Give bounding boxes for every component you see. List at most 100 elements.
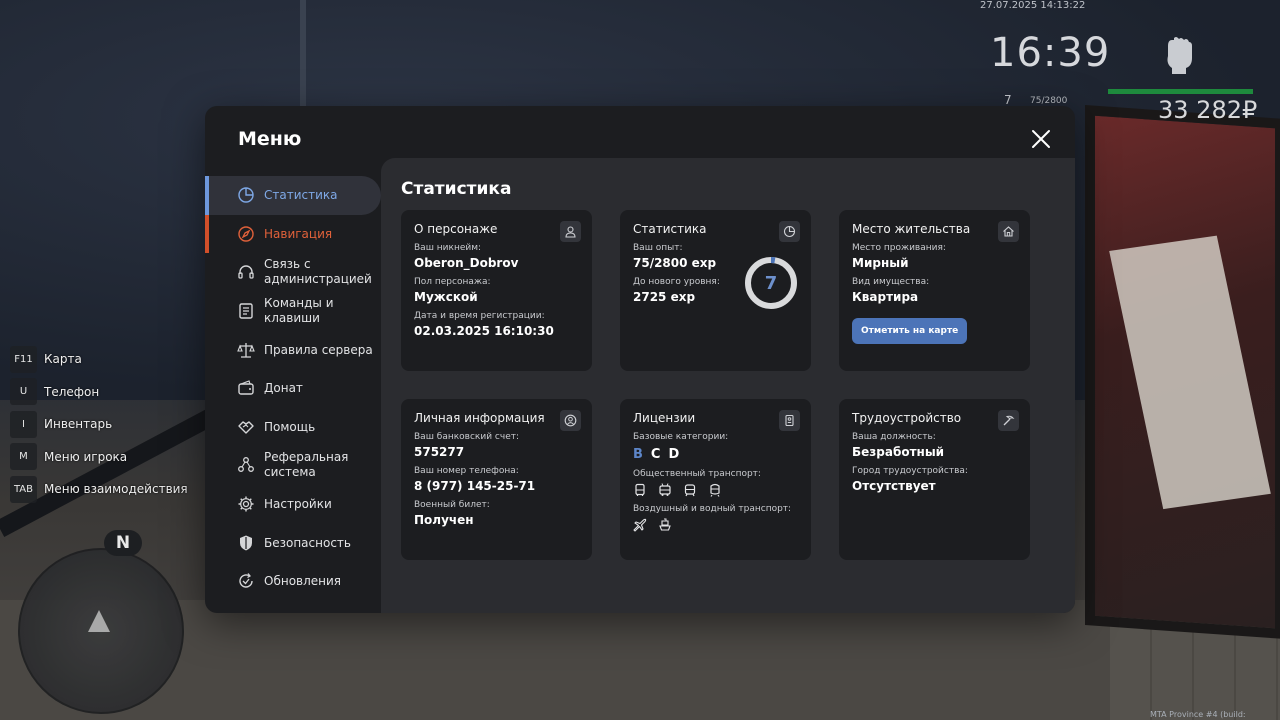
hotkey-label: Меню игрока — [44, 449, 128, 464]
license-categories: B C D — [633, 447, 798, 462]
gender-value: Мужской — [414, 290, 478, 304]
shield-icon — [237, 534, 255, 552]
content-panel: Статистика О персонаже Ваш никнейм: Ober… — [381, 158, 1075, 613]
bus-icon — [635, 483, 645, 496]
chart-pie-icon — [779, 221, 800, 242]
residence-place-label: Место проживания: — [852, 243, 946, 253]
phone-label: Ваш номер телефона: — [414, 466, 519, 476]
close-button[interactable] — [1030, 128, 1052, 150]
air-water-transport-icons — [633, 518, 798, 532]
registration-label: Дата и время регистрации: — [414, 311, 545, 321]
sidebar-item-admin-contact[interactable]: Связь с администрацией — [205, 253, 381, 292]
sidebar-item-label: Статистика — [264, 188, 338, 203]
user-icon — [560, 221, 581, 242]
card-title: Лицензии — [633, 411, 696, 425]
menu-sidebar: Статистика Навигация Связь с администрац… — [205, 176, 381, 601]
sidebar-item-label: Команды и клавиши — [264, 296, 334, 326]
scales-icon — [237, 341, 255, 359]
military-id-value: Получен — [414, 513, 474, 527]
sidebar-item-label: Правила сервера — [264, 342, 373, 357]
nickname-label: Ваш никнейм: — [414, 243, 482, 253]
hotkey-key: U — [10, 378, 37, 406]
residence-place-value: Мирный — [852, 256, 909, 270]
sidebar-item-rules[interactable]: Правила сервера — [205, 330, 381, 369]
base-categories-label: Базовые категории: — [633, 432, 729, 442]
public-transport-label: Общественный транспорт: — [633, 469, 761, 479]
sidebar-item-help[interactable]: Помощь — [205, 408, 381, 447]
phone-value: 8 (977) 145-25-71 — [414, 479, 536, 493]
hotkey-label: Инвентарь — [44, 417, 113, 432]
sidebar-item-label: Безопасность — [264, 535, 351, 550]
metro-icon — [710, 483, 720, 497]
exp-label: Ваш опыт: — [633, 243, 683, 253]
hotkey-interaction-menu[interactable]: TAB Меню взаимодействия — [10, 475, 188, 503]
sidebar-item-updates[interactable]: Обновления — [205, 562, 381, 601]
sidebar-item-label: Настройки — [264, 497, 332, 512]
sidebar-item-label: Навигация — [264, 226, 333, 241]
hotkey-label: Телефон — [44, 384, 100, 399]
sidebar-item-donate[interactable]: Донат — [205, 369, 381, 408]
hotkey-player-menu[interactable]: M Меню игрока — [10, 443, 188, 471]
network-icon — [237, 456, 255, 474]
hud-exp: 75/2800 — [1030, 96, 1068, 106]
level-number: 7 — [764, 272, 778, 294]
property-type-label: Вид имущества: — [852, 277, 930, 287]
menu-title: Меню — [238, 128, 302, 150]
refresh-icon — [237, 572, 255, 590]
card-title: Статистика — [633, 222, 707, 236]
nickname-value: Oberon_Dobrov — [414, 256, 519, 270]
sidebar-item-statistics[interactable]: Статистика — [205, 176, 381, 215]
hud-money: 33 282₽ — [1158, 96, 1258, 124]
registration-value: 02.03.2025 16:10:30 — [414, 324, 554, 338]
property-type-value: Квартира — [852, 290, 919, 304]
card-employment: Трудоустройство Ваша должность: Безработ… — [839, 399, 1030, 560]
profile-circle-icon — [560, 410, 581, 431]
card-title: О персонаже — [414, 222, 498, 236]
sidebar-item-navigation[interactable]: Навигация — [205, 214, 381, 254]
public-transport-icons — [633, 483, 798, 497]
hotkey-key: TAB — [10, 475, 37, 503]
sidebar-item-label: Связь с администрацией — [264, 257, 372, 287]
job-city-label: Город трудоустройства: — [852, 466, 968, 476]
sidebar-item-label: Обновления — [264, 574, 342, 589]
card-character: О персонаже Ваш никнейм: Oberon_Dobrov П… — [401, 210, 592, 371]
hotkey-key: M — [10, 443, 37, 471]
card-title: Личная информация — [414, 411, 545, 425]
build-info: MTA Province #4 (build: 6.12415.9) — [1150, 710, 1246, 720]
hud-datetime: 27.07.2025 14:13:22 — [980, 0, 1086, 11]
license-category-d: D — [668, 447, 680, 462]
hotkey-label: Меню взаимодействия — [44, 482, 188, 497]
hotkey-key: F11 — [10, 345, 37, 373]
license-icon — [779, 410, 800, 431]
sidebar-item-settings[interactable]: Настройки — [205, 485, 381, 524]
job-position-value: Безработный — [852, 445, 945, 459]
vending-machine — [1085, 105, 1280, 639]
card-licenses: Лицензии Базовые категории: B C D Общест… — [620, 399, 811, 560]
hud-level: 7 — [1004, 93, 1012, 107]
wallet-icon — [237, 379, 255, 397]
hotkey-key: I — [10, 410, 37, 438]
gender-label: Пол персонажа: — [414, 277, 491, 287]
sidebar-item-referral[interactable]: Реферальная система — [205, 446, 381, 485]
player-arrow-icon — [88, 610, 110, 632]
hud-clock: 16:39 — [990, 30, 1111, 76]
mark-on-map-button[interactable]: Отметить на карте — [852, 318, 968, 344]
sidebar-item-security[interactable]: Безопасность — [205, 523, 381, 562]
pickaxe-icon — [998, 410, 1019, 431]
hotkey-inventory[interactable]: I Инвентарь — [10, 410, 188, 438]
hotkey-label: Карта — [44, 352, 82, 366]
hotkey-map[interactable]: F11 Карта — [10, 345, 188, 373]
hotkey-phone[interactable]: U Телефон — [10, 378, 188, 406]
trolleybus-icon — [659, 483, 671, 496]
sidebar-item-label: Реферальная система — [264, 450, 349, 480]
hud-health-bar — [1108, 89, 1253, 94]
headset-icon — [237, 263, 255, 281]
sidebar-item-label: Донат — [264, 381, 303, 396]
tram-icon — [684, 484, 696, 497]
home-icon — [998, 221, 1019, 242]
minimap-north-marker: N — [104, 530, 142, 556]
card-statistics: Статистика Ваш опыт: 75/2800 exp До ново… — [620, 210, 811, 371]
sidebar-item-commands[interactable]: Команды и клавиши — [205, 292, 381, 331]
bank-account-value: 575277 — [414, 445, 465, 459]
chart-pie-icon — [237, 186, 255, 204]
